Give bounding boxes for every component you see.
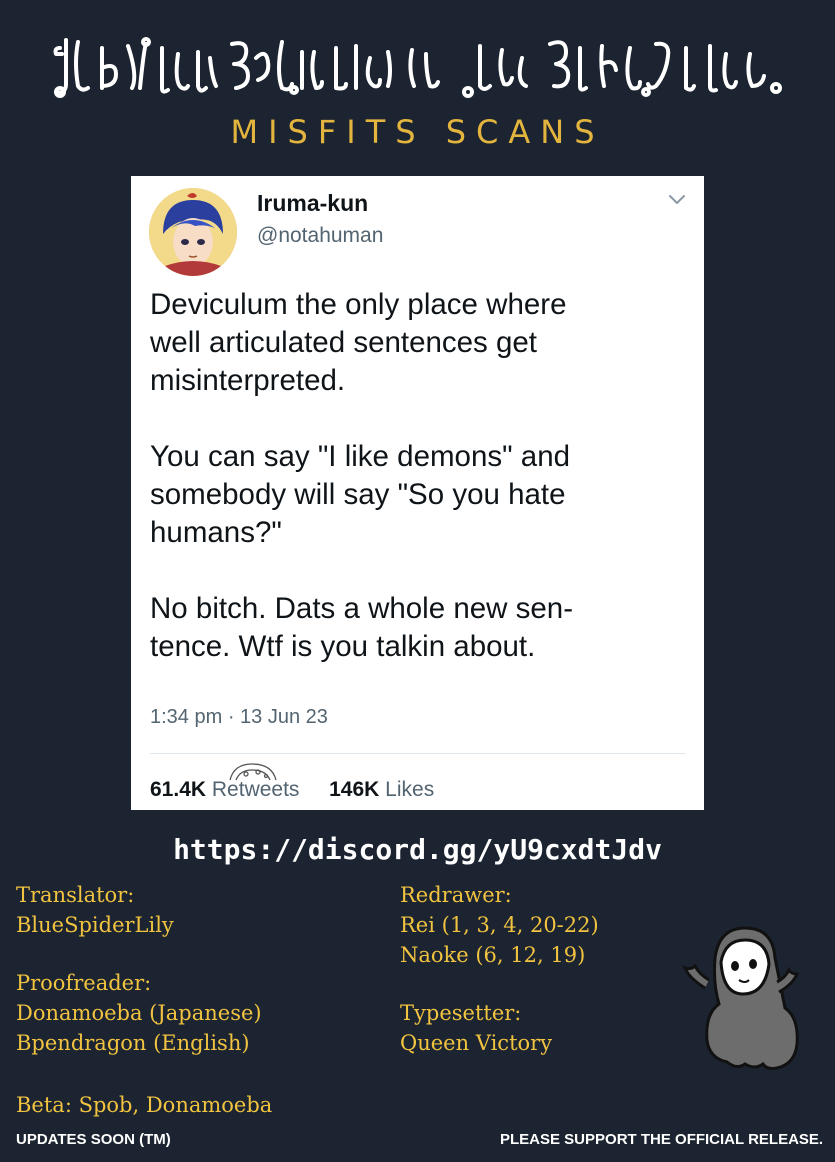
proofreader-label: Proofreader: — [16, 971, 152, 995]
redrawer-label: Redrawer: — [400, 883, 512, 907]
typesetter-name: Queen Victory — [400, 1031, 553, 1055]
discord-link[interactable]: https://discord.gg/yU9cxdtJdv — [0, 833, 835, 866]
hooded-ghost-mascot-icon — [682, 926, 800, 1070]
anime-avatar-icon — [149, 188, 237, 276]
typesetter-label: Typesetter: — [400, 1001, 522, 1025]
credits-left-column: Translator: BlueSpiderLily Proofreader: … — [16, 880, 262, 1086]
translator-label: Translator: — [16, 883, 135, 907]
tweet-time: 1:34 pm — [150, 706, 223, 728]
avatar[interactable] — [149, 188, 237, 276]
beta-credit: Beta: Spob, Donamoeba — [16, 1093, 273, 1117]
translator-credit: Translator: BlueSpiderLily — [16, 880, 262, 940]
retweets-stat[interactable]: 61.4K Retweets — [150, 763, 305, 801]
tweet-card: Iruma-kun @notahuman Deviculum the only … — [131, 176, 704, 810]
translator-name: BlueSpiderLily — [16, 913, 174, 937]
likes-label: Likes — [385, 778, 435, 801]
typesetter-credit: Typesetter: Queen Victory — [400, 998, 599, 1058]
chevron-down-icon[interactable] — [666, 190, 688, 210]
tweet-paragraph: You can say "I like demons" and somebody… — [150, 440, 571, 549]
tweet-paragraph: No bitch. Dats a whole new sen- tence. W… — [150, 592, 574, 663]
likes-stat[interactable]: 146K Likes — [329, 778, 434, 801]
brand-logo-icon — [53, 37, 782, 98]
footer-support: PLEASE SUPPORT THE OFFICIAL RELEASE. — [500, 1131, 824, 1148]
retweets-count: 61.4K — [150, 778, 207, 801]
meta-separator: · — [222, 706, 241, 728]
divider — [150, 753, 686, 754]
likes-count: 146K — [329, 778, 380, 801]
tweet-stats: 61.4K Retweets 146K Likes — [150, 763, 434, 802]
redrawer-name: Rei (1, 3, 4, 20-22) — [400, 913, 599, 937]
tweet-date: 13 Jun 23 — [240, 706, 328, 728]
proofreader-name: Donamoeba (Japanese) — [16, 1001, 262, 1025]
handle[interactable]: @notahuman — [257, 224, 383, 248]
redrawer-name: Naoke (6, 12, 19) — [400, 943, 586, 967]
credits-right-column: Redrawer: Rei (1, 3, 4, 20-22) Naoke (6,… — [400, 880, 599, 1086]
tweet-timestamp[interactable]: 1:34 pm · 13 Jun 23 — [150, 706, 328, 729]
tweet-paragraph: Deviculum the only place where well arti… — [150, 288, 567, 397]
redrawer-credit: Redrawer: Rei (1, 3, 4, 20-22) Naoke (6,… — [400, 880, 599, 970]
display-name[interactable]: Iruma-kun — [257, 190, 368, 217]
doodle-icon — [229, 763, 277, 781]
brand-name: MISFITS SCANS — [230, 113, 605, 151]
footer-updates: UPDATES SOON (TM) — [16, 1131, 171, 1148]
tweet-body: Deviculum the only place where well arti… — [150, 286, 680, 704]
proofreader-name: Bpendragon (English) — [16, 1031, 250, 1055]
proofreader-credit: Proofreader: Donamoeba (Japanese) Bpendr… — [16, 968, 262, 1058]
